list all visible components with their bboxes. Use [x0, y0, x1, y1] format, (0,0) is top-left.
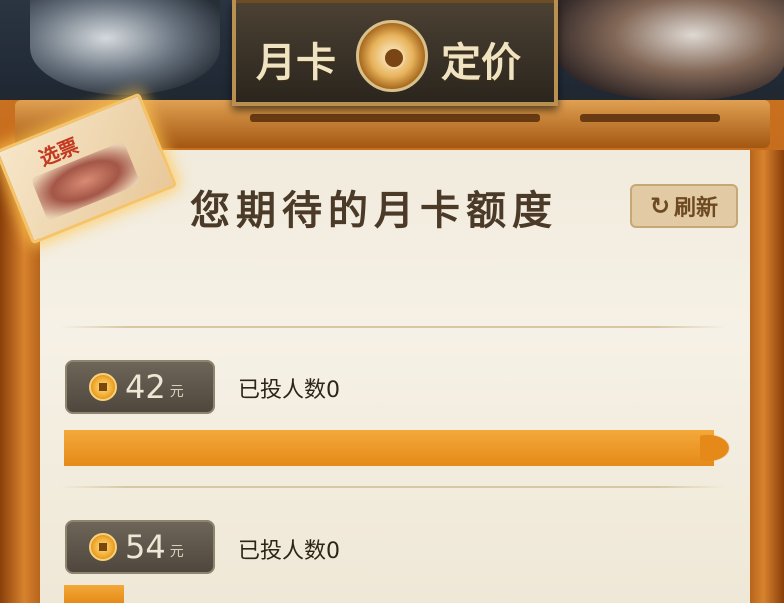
frame-side-right [750, 150, 784, 603]
divider [60, 326, 725, 328]
refresh-button[interactable]: ↻ 刷新 [630, 184, 738, 228]
coin-icon [89, 373, 117, 401]
vote-bar [64, 585, 124, 603]
price-unit: 元 [169, 384, 184, 400]
character-art-right [555, 0, 784, 100]
compass-dial-icon [356, 20, 428, 92]
price-amount: 42 [125, 368, 166, 406]
vote-bar-tail [700, 428, 740, 468]
page-title: 您期待的月卡额度 [190, 187, 558, 234]
banner-title-right: 定价 [441, 39, 521, 86]
banner-title-left: 月卡 [256, 39, 336, 86]
refresh-label: 刷新 [674, 196, 719, 221]
frame-decoration [580, 114, 720, 122]
title-plaque: 月卡 定价 [232, 0, 558, 106]
vote-count: 已投人数0 [238, 378, 340, 403]
price-amount: 54 [125, 528, 166, 566]
vote-count: 已投人数0 [238, 539, 340, 564]
price-option-42[interactable]: 42 元 [65, 360, 215, 414]
price-option-54[interactable]: 54 元 [65, 520, 215, 574]
character-art-left [30, 0, 220, 95]
price-unit: 元 [169, 544, 184, 560]
coin-icon [89, 533, 117, 561]
refresh-icon: ↻ [649, 192, 671, 220]
divider [60, 486, 725, 488]
frame-decoration [250, 114, 540, 122]
vote-bar [64, 430, 714, 466]
